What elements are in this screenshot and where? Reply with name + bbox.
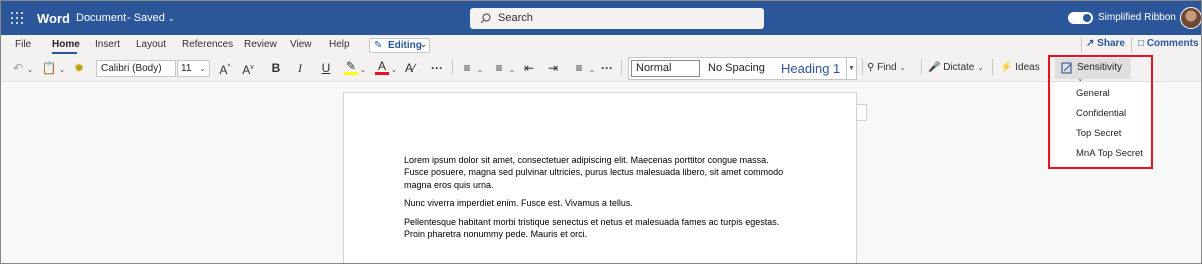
- document-name[interactable]: Document: [76, 12, 126, 24]
- bullets-icon[interactable]: ≡: [459, 60, 475, 76]
- format-painter-icon[interactable]: ✸: [71, 60, 87, 76]
- app-launcher-icon[interactable]: [11, 12, 23, 24]
- clear-formatting-icon[interactable]: A∕: [403, 60, 417, 76]
- active-tab-indicator: [52, 52, 77, 54]
- divider: [1131, 37, 1132, 53]
- chevron-down-icon[interactable]: ⌄: [389, 60, 399, 76]
- paragraph[interactable]: Pellentesque habitant morbi tristique se…: [404, 216, 784, 241]
- style-normal[interactable]: Normal: [631, 60, 700, 77]
- numbering-icon[interactable]: ≡: [491, 60, 507, 76]
- tab-view[interactable]: View: [290, 39, 312, 50]
- ideas-label: Ideas: [1015, 62, 1040, 73]
- font-name-select[interactable]: Calibri (Body): [96, 60, 176, 77]
- callout-highlight-box: [1048, 55, 1153, 169]
- page-side-tab: [857, 104, 867, 121]
- increase-indent-icon[interactable]: ⇥: [545, 60, 561, 76]
- save-status: - Saved: [127, 12, 165, 24]
- tab-home[interactable]: Home: [52, 39, 80, 50]
- avatar[interactable]: [1180, 7, 1201, 29]
- divider: [862, 59, 863, 75]
- chevron-down-icon: ⌄: [199, 64, 206, 73]
- undo-icon[interactable]: ↶: [11, 60, 25, 76]
- font-size-value: 11: [181, 63, 192, 74]
- chevron-down-icon: ⌄: [899, 63, 907, 72]
- comment-icon: □: [1138, 38, 1145, 49]
- comments-label: Comments: [1146, 38, 1199, 49]
- chevron-down-icon[interactable]: ⌄: [57, 60, 67, 76]
- paragraph[interactable]: Nunc viverra imperdiet enim. Fusce est. …: [404, 197, 784, 209]
- app-name[interactable]: Word: [37, 11, 70, 26]
- paste-icon[interactable]: 📋: [41, 60, 57, 76]
- find-label: Find: [877, 62, 897, 73]
- underline-icon[interactable]: U: [319, 60, 333, 76]
- chevron-down-icon[interactable]: ⌄: [507, 60, 517, 76]
- divider: [452, 59, 453, 75]
- divider: [992, 59, 993, 75]
- simplified-ribbon-label: Simplified Ribbon: [1098, 12, 1176, 23]
- tab-references[interactable]: References: [182, 39, 233, 50]
- divider: [1081, 37, 1082, 53]
- word-window: Word Document - Saved ⌄ Search Simplifie…: [0, 0, 1202, 264]
- editing-label: Editing: [388, 40, 422, 51]
- tab-review[interactable]: Review: [244, 39, 277, 50]
- search-box[interactable]: Search: [470, 8, 764, 29]
- share-label: Share: [1097, 38, 1125, 49]
- editing-mode-button[interactable]: ✎ Editing ⌄: [369, 38, 430, 53]
- chevron-down-icon[interactable]: ⌄: [358, 60, 368, 76]
- tab-layout[interactable]: Layout: [136, 39, 166, 50]
- divider: [921, 59, 922, 75]
- simplified-ribbon-toggle[interactable]: [1068, 12, 1093, 24]
- paragraph[interactable]: Lorem ipsum dolor sit amet, consectetuer…: [404, 154, 784, 191]
- dictate-button[interactable]: 🎤 Dictate ⌄: [928, 60, 988, 76]
- search-icon: ⚲: [867, 62, 875, 73]
- more-icon[interactable]: ···: [599, 60, 615, 76]
- find-button[interactable]: ⚲ Find ⌄: [867, 60, 919, 76]
- tab-file[interactable]: File: [15, 39, 31, 50]
- share-icon: ↗: [1086, 38, 1095, 49]
- font-size-select[interactable]: 11 ⌄: [177, 60, 210, 77]
- font-color-icon[interactable]: A: [375, 60, 389, 75]
- chevron-down-icon[interactable]: ⌄: [25, 60, 35, 76]
- ideas-button[interactable]: ⚡ Ideas: [1000, 60, 1042, 76]
- chevron-down-icon: ⌄: [977, 63, 984, 72]
- shrink-font-icon[interactable]: Av: [240, 60, 256, 77]
- share-button[interactable]: ↗ Share: [1086, 38, 1125, 49]
- chevron-down-icon[interactable]: ⌄: [475, 60, 485, 76]
- italic-icon[interactable]: I: [293, 60, 307, 76]
- microphone-icon: 🎤: [928, 62, 941, 73]
- ribbon-tabs: [1, 35, 1201, 55]
- search-placeholder: Search: [498, 12, 533, 24]
- dictate-label: Dictate: [943, 62, 975, 73]
- font-name-value: Calibri (Body): [101, 63, 162, 74]
- style-heading-1[interactable]: Heading 1: [781, 61, 840, 76]
- chevron-down-icon: ⌄: [420, 40, 427, 49]
- divider: [621, 59, 622, 75]
- styles-gallery: Normal No Spacing Heading 1 ▼: [628, 57, 857, 80]
- highlight-icon[interactable]: ✎: [344, 60, 358, 75]
- chevron-down-icon[interactable]: ⌄: [587, 60, 597, 76]
- chevron-down-icon: ⌄: [167, 14, 175, 23]
- tab-insert[interactable]: Insert: [95, 39, 120, 50]
- tab-help[interactable]: Help: [329, 39, 350, 50]
- style-no-spacing[interactable]: No Spacing: [708, 62, 765, 74]
- search-icon: [480, 13, 491, 24]
- title-bar: Word Document - Saved ⌄ Search Simplifie…: [1, 1, 1201, 35]
- document-status[interactable]: - Saved ⌄: [127, 12, 175, 24]
- comments-button[interactable]: □ Comments: [1138, 38, 1199, 49]
- lightning-icon: ⚡: [1000, 62, 1013, 73]
- decrease-indent-icon[interactable]: ⇤: [521, 60, 537, 76]
- bold-icon[interactable]: B: [269, 60, 283, 76]
- pencil-icon: ✎: [374, 40, 383, 51]
- styles-expand-button[interactable]: ▼: [846, 58, 856, 79]
- grow-font-icon[interactable]: A^: [217, 60, 233, 77]
- align-icon[interactable]: ≡: [571, 60, 587, 76]
- more-icon[interactable]: ···: [429, 60, 445, 76]
